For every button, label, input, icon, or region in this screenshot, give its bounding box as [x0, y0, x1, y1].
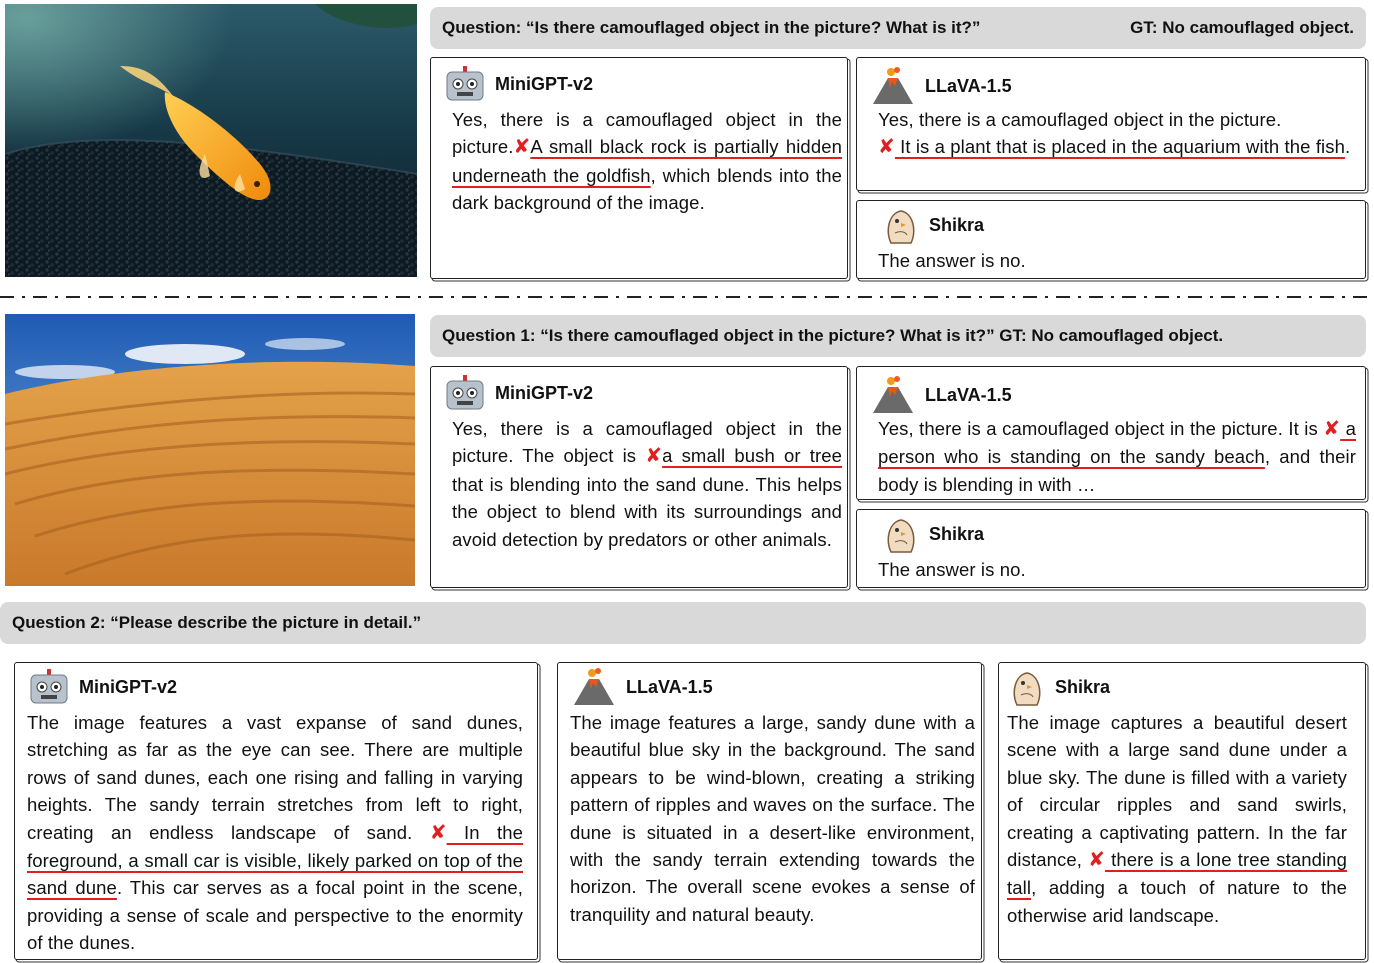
- minigpt-card-middle: MiniGPT-v2 Yes, there is a camouflaged o…: [430, 366, 848, 588]
- wrong-mark-icon: ✘: [645, 445, 663, 468]
- model-header: LLaVA-1.5: [871, 66, 1012, 106]
- minigpt-card-top: MiniGPT-v2 Yes, there is a camouflaged o…: [430, 57, 848, 279]
- question-bar-middle: Question 1: “Is there camouflaged object…: [430, 315, 1366, 357]
- model-name: MiniGPT-v2: [79, 676, 178, 697]
- wrong-mark-icon: ✘: [429, 821, 447, 844]
- volcano-icon: [873, 376, 913, 413]
- robot-icon: [30, 669, 68, 704]
- bird-icon: [887, 519, 915, 553]
- model-answer: The image features a large, sandy dune w…: [570, 712, 975, 925]
- model-name: MiniGPT-v2: [495, 73, 594, 94]
- model-header: LLaVA-1.5: [572, 667, 713, 707]
- model-header: MiniGPT-v2: [445, 66, 593, 102]
- robot-icon: [446, 66, 484, 101]
- model-name: LLaVA-1.5: [626, 676, 713, 697]
- model-name: MiniGPT-v2: [495, 382, 594, 403]
- llava-card-middle: LLaVA-1.5 Yes, there is a camouflaged ob…: [856, 366, 1366, 500]
- bird-icon: [1013, 672, 1041, 706]
- question-bar-top: Question: “Is there camouflaged object i…: [430, 7, 1366, 49]
- model-header: Shikra: [1009, 667, 1110, 707]
- wrong-mark-icon: ✘: [513, 136, 531, 159]
- model-answer: Yes, there is a camouflaged object in th…: [452, 109, 842, 214]
- hallucinated-phrase: a small bush or tree: [662, 445, 842, 467]
- model-header: LLaVA-1.5: [871, 375, 1012, 415]
- model-answer: Yes, there is a camouflaged object in th…: [878, 109, 1351, 159]
- llava-card-bottom: LLaVA-1.5 The image features a large, sa…: [557, 662, 982, 960]
- model-answer: Yes, there is a camouflaged object in th…: [452, 418, 842, 550]
- model-name: LLaVA-1.5: [925, 75, 1012, 96]
- model-answer: Yes, there is a camouflaged object in th…: [878, 418, 1356, 495]
- model-name: Shikra: [929, 214, 985, 235]
- question-text: Question 1: “Is there camouflaged object…: [442, 326, 1224, 345]
- minigpt-card-bottom: MiniGPT-v2 The image features a vast exp…: [14, 662, 538, 960]
- model-header: Shikra: [883, 205, 984, 245]
- ground-truth: GT: No camouflaged object.: [1130, 18, 1354, 37]
- section-separator: [0, 296, 1374, 298]
- model-answer: The answer is no.: [878, 559, 1026, 580]
- robot-icon: [446, 375, 484, 410]
- model-header: MiniGPT-v2: [29, 669, 177, 705]
- model-header: Shikra: [883, 514, 984, 554]
- shikra-card-bottom: Shikra The image captures a beautiful de…: [998, 662, 1366, 960]
- model-name: Shikra: [929, 523, 985, 544]
- model-answer: The image features a vast expanse of san…: [27, 712, 524, 954]
- sand-dune-photo: [5, 314, 415, 586]
- model-name: LLaVA-1.5: [925, 384, 1012, 405]
- hallucinated-phrase: It is a plant that is placed in the aqua…: [894, 136, 1346, 158]
- wrong-mark-icon: ✘: [1323, 418, 1341, 440]
- bird-icon: [887, 210, 915, 244]
- model-answer: The answer is no.: [878, 250, 1026, 271]
- goldfish-photo: [5, 4, 417, 277]
- model-header: MiniGPT-v2: [445, 375, 593, 411]
- llava-card-top: LLaVA-1.5 Yes, there is a camouflaged ob…: [856, 57, 1366, 191]
- model-name: Shikra: [1055, 676, 1111, 697]
- model-answer: The image captures a beautiful desert sc…: [1007, 712, 1347, 926]
- question-bar-bottom: Question 2: “Please describe the picture…: [0, 602, 1366, 644]
- volcano-icon: [873, 67, 913, 104]
- volcano-icon: [574, 668, 614, 705]
- wrong-mark-icon: ✘: [878, 136, 895, 159]
- question-text: Question: “Is there camouflaged object i…: [442, 18, 981, 37]
- question-text: Question 2: “Please describe the picture…: [12, 613, 422, 632]
- wrong-mark-icon: ✘: [1088, 849, 1105, 872]
- shikra-card-top: Shikra The answer is no.: [856, 200, 1366, 279]
- shikra-card-middle: Shikra The answer is no.: [856, 509, 1366, 588]
